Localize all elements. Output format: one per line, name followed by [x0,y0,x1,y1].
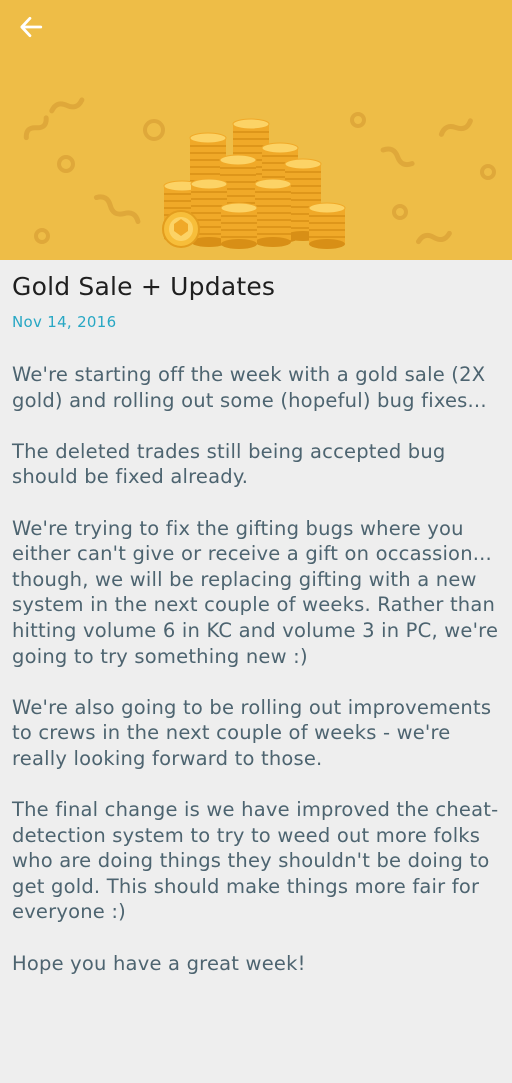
gold-coins-illustration [23,97,496,249]
coin-stack [254,178,292,247]
article: Gold Sale + Updates Nov 14, 2016 We're s… [12,260,502,1002]
coin-stack [220,202,258,249]
article-paragraph: Hope you have a great week! [12,951,306,975]
article-paragraph: We're starting off the week with a gold … [12,363,487,412]
article-body: We're starting off the week with a gold … [12,362,502,976]
article-paragraph: The final change is we have improved the… [12,798,499,924]
article-paragraph: We're also going to be rolling out impro… [12,695,492,770]
article-paragraph: We're trying to fix the gifting bugs whe… [12,516,499,668]
header-banner [0,0,512,260]
coin-stack [308,202,346,249]
article-date: Nov 14, 2016 [12,313,117,331]
article-title: Gold Sale + Updates [12,272,276,301]
back-button[interactable] [18,14,62,54]
arrow-left-icon [20,16,43,38]
single-coin [162,210,200,248]
coin-stacks [162,118,346,249]
article-paragraph: The deleted trades still being accepted … [12,439,446,489]
